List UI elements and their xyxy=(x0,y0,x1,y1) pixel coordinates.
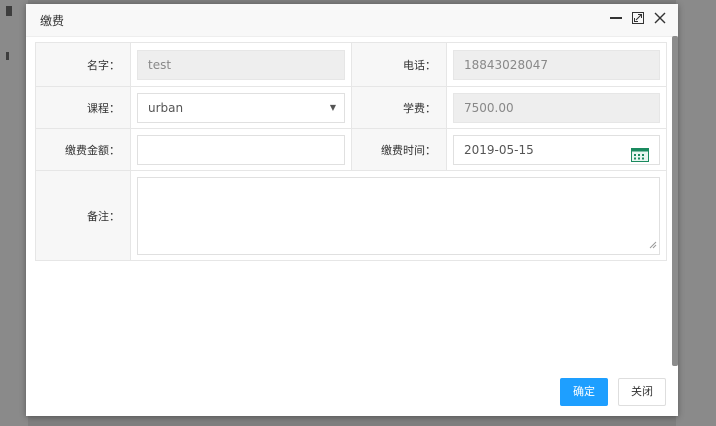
dialog-title: 缴费 xyxy=(40,14,65,28)
maximize-icon[interactable] xyxy=(630,9,646,27)
phone-label: 电话： xyxy=(351,42,447,87)
dialog-titlebar[interactable]: 缴费 xyxy=(26,4,678,37)
course-select-value: urban xyxy=(148,100,184,115)
background-fragment xyxy=(6,52,9,60)
minimize-icon[interactable] xyxy=(608,9,624,27)
window-controls xyxy=(608,9,668,27)
confirm-button[interactable]: 确定 xyxy=(560,378,608,406)
remark-label: 备注： xyxy=(35,170,131,261)
amount-input[interactable] xyxy=(137,134,345,165)
tuition-field[interactable]: 7500.00 xyxy=(453,92,660,123)
pay-time-label: 缴费时间： xyxy=(351,128,447,171)
background-page-right xyxy=(676,0,716,426)
background-fragment xyxy=(6,6,12,16)
course-label: 课程： xyxy=(35,86,131,129)
remark-textarea[interactable] xyxy=(137,176,660,255)
payment-dialog: 缴费 名字： test 电话： 18843028047 课程： urban ▼ … xyxy=(26,4,678,416)
course-select[interactable]: urban ▼ xyxy=(137,92,345,123)
pay-time-input[interactable]: 2019-05-15 xyxy=(453,134,660,165)
pay-time-value: 2019-05-15 xyxy=(464,142,534,157)
dropdown-arrow-icon: ▼ xyxy=(329,102,336,112)
dialog-footer: 确定 关闭 xyxy=(560,378,666,406)
close-icon[interactable] xyxy=(652,9,668,27)
payment-form: 名字： test 电话： 18843028047 课程： urban ▼ 学费：… xyxy=(35,42,667,261)
resize-grip-icon[interactable] xyxy=(649,238,657,252)
close-button[interactable]: 关闭 xyxy=(618,378,666,406)
phone-field[interactable]: 18843028047 xyxy=(453,49,660,80)
background-page-left xyxy=(0,0,28,426)
dialog-scrollbar[interactable] xyxy=(672,36,678,366)
name-field[interactable]: test xyxy=(137,49,345,80)
name-label: 名字： xyxy=(35,42,131,87)
amount-label: 缴费金额： xyxy=(35,128,131,171)
tuition-label: 学费： xyxy=(351,86,447,129)
calendar-icon[interactable] xyxy=(631,144,649,164)
